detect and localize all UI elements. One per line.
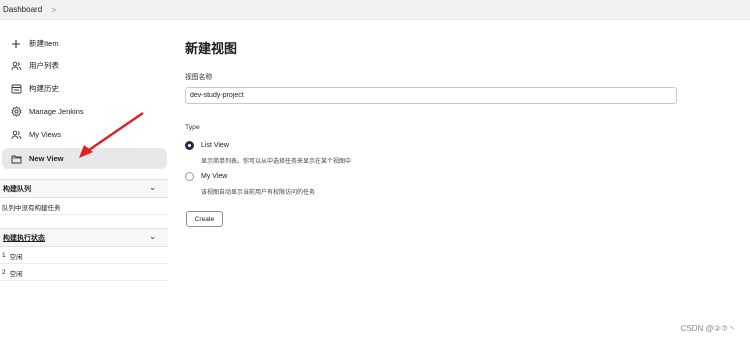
main-content: 新建视图 视图名称 Type List View 显示简单列表。你可以从中选择任…: [185, 19, 725, 319]
page-title: 新建视图: [185, 41, 238, 56]
breadcrumb-dashboard[interactable]: Dashboard: [3, 5, 42, 14]
sidebar-item-manage-jenkins[interactable]: Manage Jenkins: [2, 101, 167, 122]
radio-list-view[interactable]: List View: [185, 141, 229, 150]
watermark: CSDN @②⑦丶: [680, 324, 736, 333]
type-label: Type: [185, 124, 200, 131]
build-queue-empty: 队列中没有构建任务: [0, 199, 168, 215]
gear-icon: [9, 105, 23, 119]
sidebar-item-label: My Views: [29, 130, 61, 139]
sidebar-item-users[interactable]: 用户列表: [2, 55, 167, 76]
sidebar-item-label: 用户列表: [29, 61, 59, 70]
executors-title[interactable]: 构建执行状态: [3, 233, 45, 243]
folder-icon: [9, 152, 23, 166]
executor-row: 1 空闲: [0, 248, 168, 264]
build-queue-empty-text: 队列中没有构建任务: [2, 204, 61, 212]
chevron-down-icon[interactable]: ⌄: [149, 232, 156, 241]
executor-status: 空闲: [9, 253, 23, 261]
sidebar-item-new-item[interactable]: 新建Item: [2, 33, 167, 54]
build-queue-header[interactable]: 构建队列 ⌄: [0, 179, 168, 198]
radio-list-view-description: 显示简单列表。你可以从中选择任务来显示在某个视图中: [201, 159, 352, 165]
people-icon: [9, 59, 23, 73]
radio-button[interactable]: [185, 141, 194, 150]
radio-my-view-description: 该视图自动显示当前用户有权限访问的任务: [201, 190, 316, 196]
sidebar-item-new-view[interactable]: New View: [2, 148, 167, 169]
executor-row: 2 空闲: [0, 265, 168, 281]
executor-number: 1: [2, 252, 6, 259]
breadcrumb: Dashboard >: [0, 0, 750, 20]
sidebar: 新建Item 用户列表 构建历史 Manage Jenkins My Views…: [0, 19, 168, 340]
sidebar-item-build-history[interactable]: 构建历史: [2, 78, 167, 99]
executor-status: 空闲: [9, 270, 23, 278]
sidebar-item-label: 构建历史: [29, 84, 59, 93]
plus-icon: [9, 37, 23, 51]
radio-list-view-label[interactable]: List View: [201, 142, 229, 149]
radio-my-view-label[interactable]: My View: [201, 173, 227, 180]
build-queue-title: 构建队列: [3, 185, 31, 193]
radio-my-view[interactable]: My View: [185, 172, 227, 181]
history-icon: [9, 82, 23, 96]
view-name-input[interactable]: [185, 87, 677, 104]
create-button[interactable]: Create: [186, 211, 223, 227]
sidebar-item-my-views[interactable]: My Views: [2, 124, 167, 145]
people-icon: [9, 128, 23, 142]
breadcrumb-separator[interactable]: >: [51, 5, 56, 15]
sidebar-item-label: New View: [29, 154, 64, 163]
sidebar-item-label: 新建Item: [29, 39, 59, 48]
view-name-label: 视图名称: [185, 74, 213, 81]
executor-number: 2: [2, 269, 6, 276]
chevron-down-icon[interactable]: ⌄: [149, 183, 156, 192]
sidebar-item-label: Manage Jenkins: [29, 107, 84, 116]
radio-button[interactable]: [185, 172, 194, 181]
executors-header[interactable]: 构建执行状态 ⌄: [0, 228, 168, 247]
